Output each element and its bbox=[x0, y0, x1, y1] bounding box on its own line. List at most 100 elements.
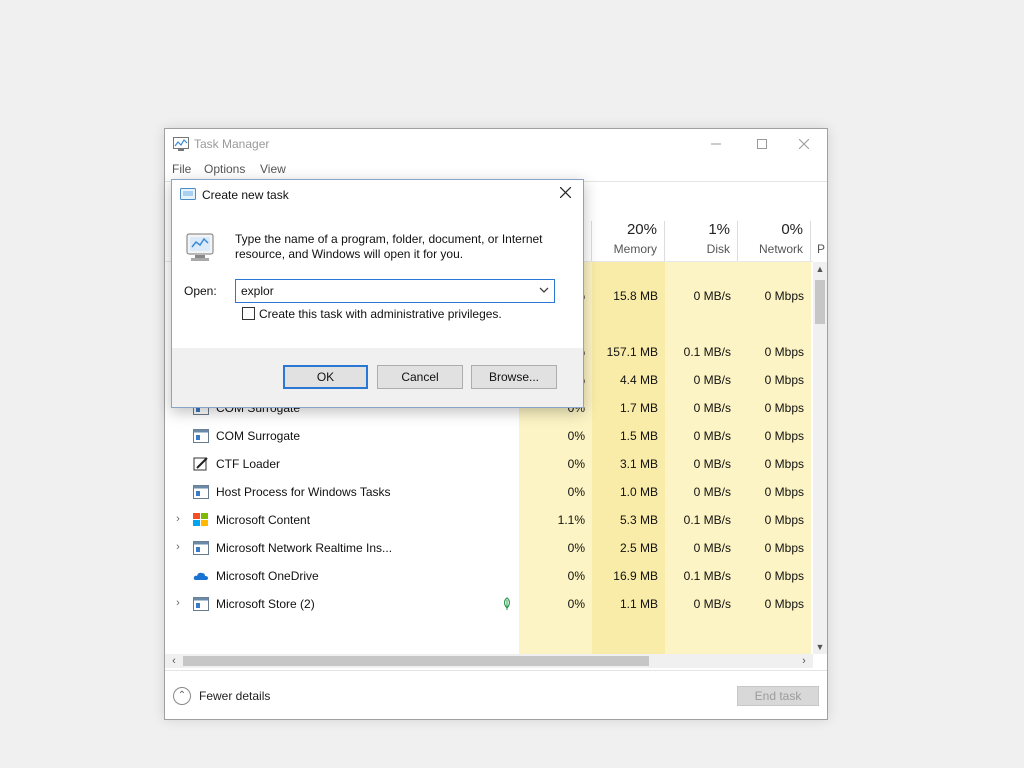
column-header-memory[interactable]: 20% Memory bbox=[592, 221, 665, 261]
ok-button[interactable]: OK bbox=[283, 365, 368, 389]
table-row[interactable]: CTF Loader 0% 3.1 MB 0 MB/s 0 Mbps bbox=[165, 450, 813, 478]
process-name: COM Surrogate bbox=[216, 429, 301, 443]
disk-value: 0 MB/s bbox=[693, 289, 731, 303]
admin-privileges-checkbox[interactable] bbox=[242, 307, 255, 320]
create-new-task-dialog: Create new task Type the name of a progr… bbox=[171, 179, 584, 408]
memory-value: 3.1 MB bbox=[619, 457, 658, 471]
footer-divider bbox=[165, 670, 827, 671]
expand-chevron-icon[interactable]: › bbox=[173, 513, 183, 525]
disk-header-label: Disk bbox=[706, 242, 730, 256]
open-input-value[interactable]: explor bbox=[241, 284, 274, 298]
minimize-button[interactable] bbox=[693, 129, 739, 159]
dialog-close-button[interactable] bbox=[555, 186, 575, 204]
disk-value: 0.1 MB/s bbox=[683, 345, 731, 359]
cpu-value: 0% bbox=[567, 429, 585, 443]
network-header-label: Network bbox=[758, 242, 803, 256]
expand-chevron-icon[interactable]: › bbox=[173, 597, 183, 609]
cpu-value: 1.1% bbox=[557, 513, 585, 527]
process-name: Microsoft Content bbox=[216, 513, 311, 527]
memory-value: 16.9 MB bbox=[613, 569, 658, 583]
disk-value: 0.1 MB/s bbox=[683, 569, 731, 583]
dialog-title: Create new task bbox=[202, 188, 289, 202]
network-value: 0 Mbps bbox=[764, 345, 804, 359]
column-header-disk[interactable]: 1% Disk bbox=[665, 221, 738, 261]
disk-value: 0 MB/s bbox=[693, 457, 731, 471]
chevron-down-icon[interactable] bbox=[538, 283, 550, 297]
admin-privileges-label[interactable]: Create this task with administrative pri… bbox=[259, 307, 502, 321]
dialog-message: Type the name of a program, folder, docu… bbox=[235, 232, 543, 261]
app-icon bbox=[193, 597, 209, 611]
horizontal-scrollbar[interactable]: ‹ › bbox=[165, 654, 813, 668]
expand-chevron-icon[interactable]: › bbox=[173, 541, 183, 553]
network-value: 0 Mbps bbox=[764, 373, 804, 387]
menu-options[interactable]: Options bbox=[204, 162, 245, 176]
cpu-value: 0% bbox=[567, 541, 585, 555]
table-row[interactable]: › Microsoft Store (2) 0% 1.1 MB 0 MB/s 0 Mbps bbox=[165, 590, 813, 618]
dialog-button-bar: OK Cancel Browse... bbox=[172, 348, 583, 407]
chevron-up-circle-icon[interactable]: ⌃ bbox=[173, 687, 191, 705]
disk-value: 0 MB/s bbox=[693, 541, 731, 555]
disk-value: 0 MB/s bbox=[693, 373, 731, 387]
menu-view[interactable]: View bbox=[260, 162, 286, 176]
menu-file[interactable]: File bbox=[172, 162, 191, 176]
column-header-power[interactable]: P bbox=[811, 221, 827, 261]
process-name: CTF Loader bbox=[216, 457, 281, 471]
open-combobox[interactable]: explor bbox=[235, 279, 555, 303]
memory-value: 5.3 MB bbox=[619, 513, 658, 527]
process-name: Host Process for Windows Tasks bbox=[216, 485, 391, 499]
memory-value: 4.4 MB bbox=[619, 373, 658, 387]
network-value: 0 Mbps bbox=[764, 289, 804, 303]
network-value: 0 Mbps bbox=[764, 597, 804, 611]
network-value: 0 Mbps bbox=[764, 457, 804, 471]
scroll-right-arrow-icon[interactable]: › bbox=[797, 654, 811, 668]
disk-value: 0 MB/s bbox=[693, 597, 731, 611]
memory-header-label: Memory bbox=[613, 242, 657, 256]
memory-value: 1.7 MB bbox=[619, 401, 658, 415]
onedrive-icon bbox=[193, 569, 209, 583]
cpu-value: 0% bbox=[567, 597, 585, 611]
scroll-up-arrow-icon[interactable]: ▲ bbox=[813, 262, 827, 276]
title-bar[interactable]: Task Manager bbox=[165, 129, 827, 159]
maximize-icon bbox=[757, 139, 767, 149]
table-row[interactable]: › Microsoft Content 1.1% 5.3 MB 0.1 MB/s 0 Mb… bbox=[165, 506, 813, 534]
fewer-details-link[interactable]: Fewer details bbox=[199, 689, 270, 703]
process-name: Microsoft OneDrive bbox=[216, 569, 319, 583]
disk-value: 0 MB/s bbox=[693, 429, 731, 443]
open-label: Open: bbox=[184, 284, 217, 298]
scroll-down-arrow-icon[interactable]: ▼ bbox=[813, 640, 827, 654]
vertical-scroll-thumb[interactable] bbox=[815, 280, 825, 324]
end-task-button[interactable]: End task bbox=[737, 686, 819, 706]
table-row[interactable]: Microsoft OneDrive 0% 16.9 MB 0.1 MB/s 0 Mbp… bbox=[165, 562, 813, 590]
pen-icon bbox=[193, 457, 209, 471]
task-manager-icon bbox=[173, 137, 189, 151]
disk-value: 0 MB/s bbox=[693, 401, 731, 415]
leaf-suspended-icon bbox=[503, 597, 511, 610]
table-row[interactable]: Host Process for Windows Tasks 0% 1.0 MB 0 … bbox=[165, 478, 813, 506]
table-row[interactable]: COM Surrogate 0% 1.5 MB 0 MB/s 0 Mbps bbox=[165, 422, 813, 450]
network-value: 0 Mbps bbox=[764, 513, 804, 527]
memory-value: 2.5 MB bbox=[619, 541, 658, 555]
process-name: Microsoft Network Realtime Ins... bbox=[216, 541, 393, 555]
close-icon bbox=[559, 186, 571, 199]
run-program-icon bbox=[186, 233, 214, 261]
memory-value: 1.1 MB bbox=[619, 597, 658, 611]
disk-value: 0.1 MB/s bbox=[683, 513, 731, 527]
scroll-left-arrow-icon[interactable]: ‹ bbox=[167, 654, 181, 668]
vertical-scrollbar[interactable]: ▲ ▼ bbox=[813, 262, 827, 654]
table-row[interactable]: › Microsoft Network Realtime Ins... 0% 2.5 … bbox=[165, 534, 813, 562]
column-header-network[interactable]: 0% Network bbox=[738, 221, 811, 261]
browse-button[interactable]: Browse... bbox=[471, 365, 557, 389]
network-value: 0 Mbps bbox=[764, 485, 804, 499]
maximize-button[interactable] bbox=[739, 129, 785, 159]
horizontal-scroll-thumb[interactable] bbox=[183, 656, 649, 666]
app-icon bbox=[193, 485, 209, 499]
close-window-button[interactable] bbox=[781, 129, 827, 159]
network-value: 0 Mbps bbox=[764, 429, 804, 443]
close-icon bbox=[799, 139, 809, 149]
memory-value: 157.1 MB bbox=[606, 345, 658, 359]
cancel-button[interactable]: Cancel bbox=[377, 365, 463, 389]
minimize-icon bbox=[711, 143, 721, 145]
app-icon bbox=[193, 541, 209, 555]
disk-header-pct: 1% bbox=[708, 221, 730, 238]
run-icon bbox=[180, 188, 196, 200]
